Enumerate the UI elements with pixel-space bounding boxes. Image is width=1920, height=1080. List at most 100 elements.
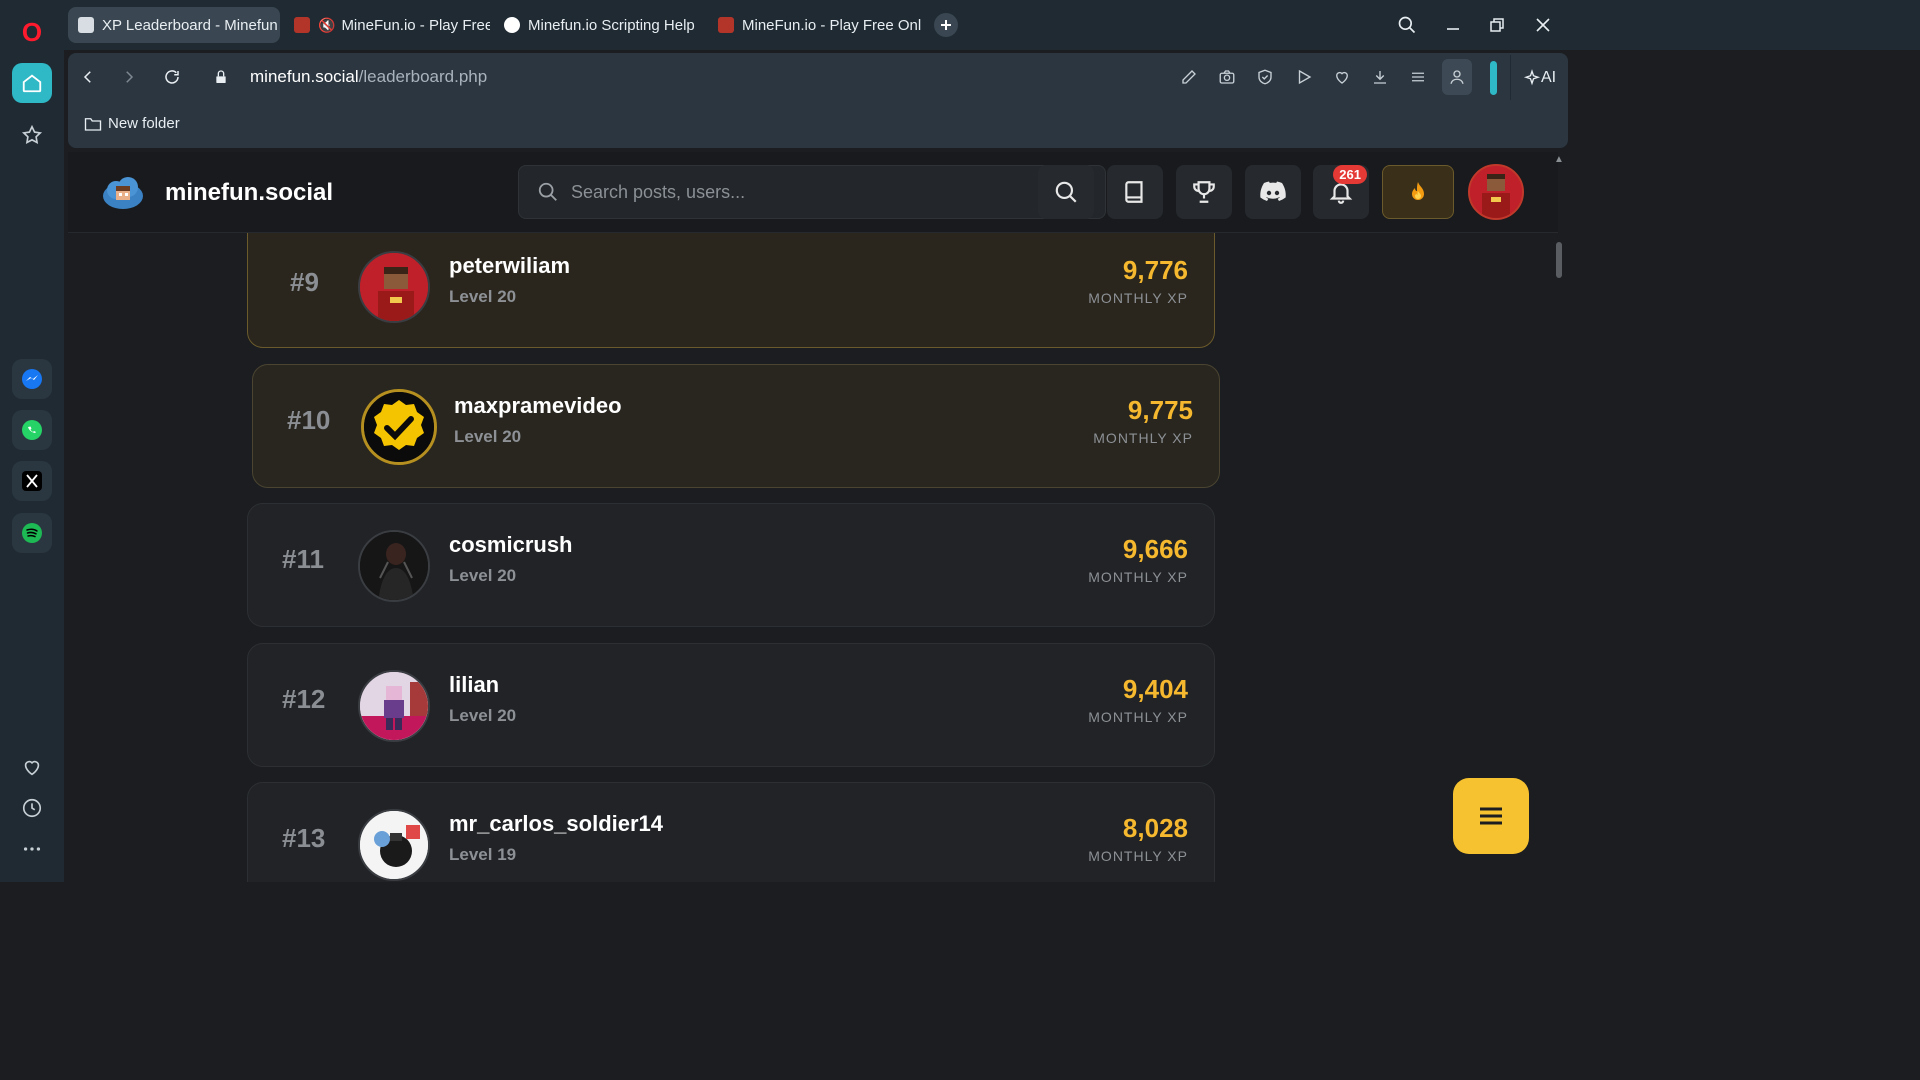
notifications-button[interactable]: 261 — [1313, 165, 1369, 219]
monthly-xp-value: 9,404 — [1122, 674, 1188, 704]
search-input[interactable] — [571, 166, 1031, 218]
tab-search-icon[interactable] — [1394, 12, 1420, 38]
page-icon — [78, 17, 94, 33]
history-icon[interactable] — [12, 788, 52, 828]
tab-minefun-play[interactable]: 🔇 MineFun.io - Play Free — [284, 7, 490, 43]
minimize-icon[interactable] — [1440, 12, 1466, 38]
restore-icon[interactable] — [1484, 12, 1510, 38]
avatar[interactable] — [358, 530, 430, 602]
verified-badge-avatar[interactable] — [361, 389, 437, 465]
url-field[interactable]: minefun.social/leaderboard.php — [250, 67, 487, 87]
page-viewport: #9 peterwiliam Level 20 9,776 MONTHLY XP… — [68, 152, 1568, 882]
avatar[interactable] — [358, 670, 430, 742]
easy-setup-icon[interactable] — [1406, 65, 1430, 89]
scroll-up-icon[interactable]: ▲ — [1554, 154, 1564, 165]
folder-icon — [84, 117, 102, 131]
bookmark-new-folder[interactable]: New folder — [84, 115, 180, 132]
reload-icon[interactable] — [160, 65, 184, 89]
tab-xp-leaderboard[interactable]: XP Leaderboard - Minefun — [68, 7, 280, 43]
user-level: Level 20 — [449, 706, 517, 725]
star-icon[interactable] — [12, 115, 52, 155]
leaderboard-row[interactable]: #13 mr_carlos_soldier14 Level 19 8,028 M… — [247, 782, 1215, 882]
leaderboard-row[interactable]: #9 peterwiliam Level 20 9,776 MONTHLY XP — [247, 224, 1215, 348]
heart-outline-icon[interactable] — [1330, 65, 1354, 89]
tab-scripting-help[interactable]: Minefun.io Scripting Help — [494, 7, 704, 43]
chatgpt-favicon-icon — [504, 17, 520, 33]
user-level: Level 20 — [454, 427, 522, 446]
opera-logo-icon[interactable]: O — [18, 18, 46, 46]
home-icon[interactable] — [12, 63, 52, 103]
site-logo-icon[interactable] — [102, 174, 144, 210]
messenger-icon[interactable] — [12, 359, 52, 399]
whatsapp-icon[interactable] — [12, 410, 52, 450]
opera-sidebar: O — [0, 0, 64, 882]
book-icon — [1125, 181, 1143, 203]
tab-label: MineFun.io - Play Free Onl — [742, 16, 922, 34]
username[interactable]: lilian — [449, 672, 499, 698]
tab-minefun-online[interactable]: MineFun.io - Play Free Onl — [708, 7, 922, 43]
monthly-xp-label: MONTHLY XP — [1088, 848, 1188, 864]
new-tab-icon[interactable] — [934, 13, 958, 37]
username[interactable]: mr_carlos_soldier14 — [449, 811, 663, 837]
rank-number: #9 — [290, 267, 319, 297]
menu-button[interactable] — [1453, 778, 1529, 854]
monthly-xp-value: 8,028 — [1122, 813, 1188, 843]
profile-icon[interactable] — [1442, 59, 1472, 95]
download-icon[interactable] — [1368, 65, 1392, 89]
user-level: Level 19 — [449, 845, 517, 864]
leaderboard-row[interactable]: #12 lilian Level 20 9,404 MONTHLY XP — [247, 643, 1215, 767]
search-icon — [1055, 181, 1077, 203]
leaderboard-button[interactable] — [1176, 165, 1232, 219]
scrollbar-thumb[interactable] — [1556, 242, 1562, 278]
site-name[interactable]: minefun.social — [165, 179, 333, 207]
edit-icon[interactable] — [1177, 65, 1201, 89]
discord-button[interactable] — [1245, 165, 1301, 219]
heart-icon[interactable] — [12, 747, 52, 787]
monthly-xp-value: 9,666 — [1122, 534, 1188, 564]
close-window-icon[interactable] — [1530, 12, 1556, 38]
monthly-xp-label: MONTHLY XP — [1088, 569, 1188, 585]
sidebar-toggle[interactable] — [1490, 61, 1497, 95]
forward-icon[interactable] — [117, 65, 141, 89]
sparkle-icon — [1523, 68, 1541, 85]
monthly-xp-value: 9,775 — [1127, 395, 1193, 425]
play-icon[interactable] — [1292, 65, 1316, 89]
lock-icon[interactable] — [209, 65, 233, 89]
rank-number: #10 — [287, 405, 331, 435]
avatar[interactable] — [358, 251, 430, 323]
search-box — [518, 165, 1106, 219]
bookmarks-bar: New folder — [68, 102, 1568, 148]
more-icon[interactable] — [12, 829, 52, 869]
username[interactable]: cosmicrush — [449, 532, 573, 558]
monthly-xp-label: MONTHLY XP — [1088, 290, 1188, 306]
hamburger-icon — [1480, 807, 1502, 825]
book-button[interactable] — [1107, 165, 1163, 219]
address-bar: minefun.social/leaderboard.php AI — [68, 53, 1568, 102]
leaderboard-row[interactable]: #11 cosmicrush Level 20 9,666 MONTHLY XP — [247, 503, 1215, 627]
rank-number: #13 — [282, 823, 326, 853]
shield-icon[interactable] — [1253, 65, 1277, 89]
notification-count-badge: 261 — [1333, 165, 1367, 184]
ai-button[interactable]: AI — [1510, 55, 1568, 100]
avatar[interactable] — [358, 809, 430, 881]
spotify-icon[interactable] — [12, 513, 52, 553]
username[interactable]: maxpramevideo — [454, 393, 622, 419]
monthly-xp-label: MONTHLY XP — [1088, 709, 1188, 725]
search-button[interactable] — [1038, 165, 1094, 219]
x-twitter-icon[interactable] — [12, 461, 52, 501]
user-level: Level 20 — [449, 287, 517, 306]
site-header: minefun.social 261 — [68, 152, 1558, 233]
mute-icon[interactable]: 🔇 — [318, 17, 335, 34]
streak-button[interactable] — [1382, 165, 1454, 219]
back-icon[interactable] — [76, 65, 100, 89]
camera-icon[interactable] — [1215, 65, 1239, 89]
ai-label: AI — [1540, 68, 1557, 86]
fire-icon — [1412, 182, 1424, 200]
rank-number: #12 — [282, 684, 326, 714]
url-host: minefun.social — [250, 67, 359, 86]
tab-label: XP Leaderboard - Minefun — [102, 16, 278, 34]
leaderboard-row[interactable]: #10 maxpramevideo Level 20 9,775 MONTHLY… — [252, 364, 1220, 488]
username[interactable]: peterwiliam — [449, 253, 570, 279]
user-avatar[interactable] — [1468, 164, 1524, 220]
minefun-favicon-icon — [294, 17, 310, 33]
